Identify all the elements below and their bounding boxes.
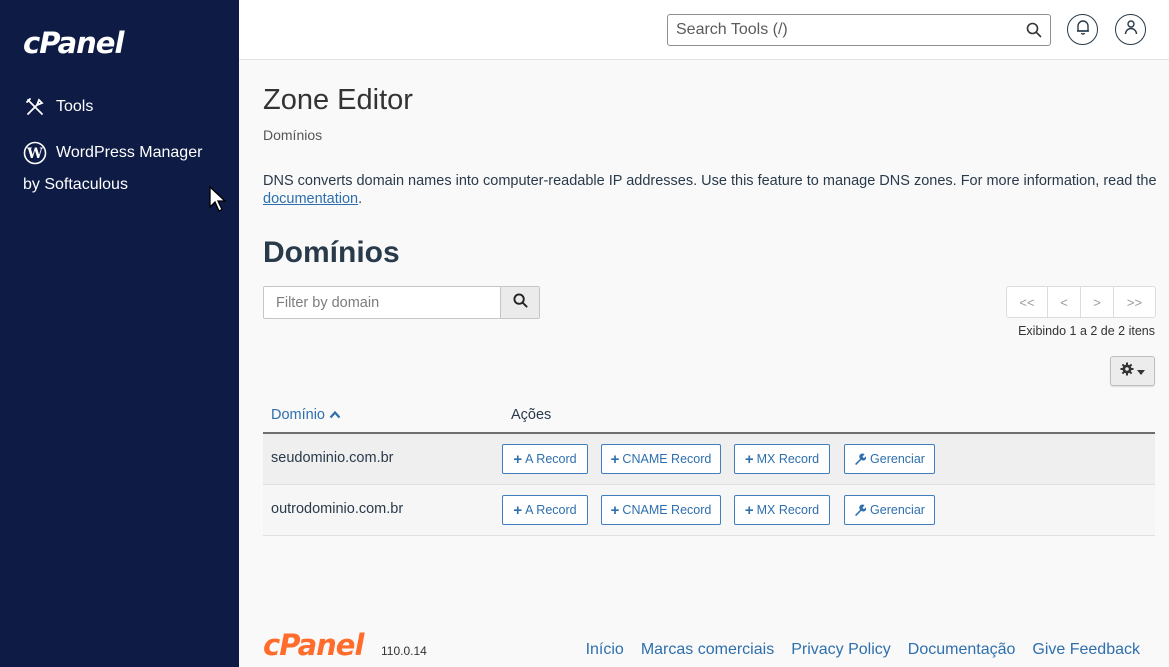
domain-cell: outrodominio.com.br [271, 501, 404, 517]
add-mx-record-button[interactable]: + MX Record [734, 495, 830, 525]
footer-link-documentation[interactable]: Documentação [908, 641, 1016, 659]
breadcrumb: Domínios [263, 127, 323, 143]
plus-icon: + [610, 501, 620, 519]
wordpress-icon: W [23, 141, 47, 165]
plus-icon: + [513, 450, 523, 468]
plus-icon: + [744, 450, 754, 468]
domain-filter [263, 286, 540, 319]
button-label: Gerenciar [870, 503, 925, 517]
pagination-next-button[interactable]: > [1081, 287, 1114, 317]
footer-link-feedback[interactable]: Give Feedback [1032, 641, 1140, 659]
domains-table: Domínio Ações seudominio.com.br + A Recor… [263, 397, 1155, 536]
table-header: Domínio Ações [263, 397, 1155, 434]
search-icon[interactable] [1026, 22, 1042, 43]
top-bar [239, 0, 1169, 60]
add-a-record-button[interactable]: + A Record [502, 495, 588, 525]
domain-cell: seudominio.com.br [271, 450, 394, 466]
wrench-icon [854, 453, 867, 465]
search-icon [512, 292, 528, 313]
button-label: A Record [525, 452, 577, 466]
table-row: seudominio.com.br + A Record + CNAME Recor… [263, 434, 1155, 485]
pagination-last-button[interactable]: >> [1114, 287, 1155, 317]
caret-down-icon [1137, 362, 1145, 380]
add-cname-record-button[interactable]: + CNAME Record [601, 495, 721, 525]
version-label: 110.0.14 [381, 644, 427, 658]
sort-ascending-icon [329, 407, 341, 423]
bell-icon [1076, 19, 1090, 40]
add-a-record-button[interactable]: + A Record [502, 444, 588, 474]
settings-dropdown-button[interactable] [1110, 356, 1155, 386]
button-label: CNAME Record [622, 503, 712, 517]
footer-link-home[interactable]: Início [586, 641, 624, 659]
page-description: DNS converts domain names into computer-… [263, 172, 1163, 208]
sidebar-item-tools[interactable]: Tools [23, 95, 93, 119]
description-end: . [358, 191, 363, 207]
sidebar-item-label: Tools [56, 98, 94, 115]
cpanel-logo[interactable]: cPanel [23, 26, 124, 60]
notifications-button[interactable] [1067, 14, 1098, 45]
manage-button[interactable]: Gerenciar [844, 495, 935, 525]
add-mx-record-button[interactable]: + MX Record [734, 444, 830, 474]
footer-links: Início Marcas comerciais Privacy Policy … [569, 641, 1140, 659]
wrench-icon [854, 504, 867, 516]
footer-link-trademarks[interactable]: Marcas comerciais [641, 641, 774, 659]
user-icon [1124, 19, 1138, 40]
description-text: DNS converts domain names into computer-… [263, 173, 1157, 189]
plus-icon: + [744, 501, 754, 519]
footer-link-privacy[interactable]: Privacy Policy [791, 641, 891, 659]
button-label: A Record [525, 503, 577, 517]
svg-text:W: W [26, 146, 43, 162]
plus-icon: + [513, 501, 523, 519]
button-label: CNAME Record [622, 452, 712, 466]
filter-search-button[interactable] [500, 287, 539, 318]
tools-icon [23, 95, 47, 119]
domain-column-label: Domínio [271, 407, 325, 423]
domain-column-header[interactable]: Domínio [271, 407, 341, 423]
table-row: outrodominio.com.br + A Record + CNAME Rec… [263, 485, 1155, 536]
pagination: << < > >> [1006, 286, 1156, 318]
gear-icon [1120, 362, 1134, 381]
user-menu-button[interactable] [1115, 14, 1146, 45]
footer-cpanel-logo[interactable]: cPanel [263, 628, 364, 662]
actions-column-header: Ações [511, 407, 552, 423]
sidebar: cPanel Tools W WordPress Manager by Soft… [0, 0, 239, 667]
pagination-summary: Exibindo 1 a 2 de 2 itens [1018, 324, 1155, 338]
button-label: MX Record [756, 503, 820, 517]
sidebar-item-label: WordPress Manager [56, 144, 203, 161]
documentation-link[interactable]: documentation [263, 191, 358, 207]
pagination-prev-button[interactable]: < [1048, 287, 1081, 317]
manage-button[interactable]: Gerenciar [844, 444, 935, 474]
sidebar-item-wordpress[interactable]: W WordPress Manager [23, 141, 202, 165]
mouse-cursor-icon [209, 185, 227, 212]
add-cname-record-button[interactable]: + CNAME Record [601, 444, 721, 474]
pagination-first-button[interactable]: << [1007, 287, 1048, 317]
search-tools [667, 14, 1051, 46]
plus-icon: + [610, 450, 620, 468]
button-label: Gerenciar [870, 452, 925, 466]
button-label: MX Record [756, 452, 820, 466]
page-title: Zone Editor [263, 84, 413, 116]
search-tools-input[interactable] [668, 15, 1008, 45]
filter-by-domain-input[interactable] [264, 287, 500, 318]
section-title: Domínios [263, 236, 400, 269]
sidebar-item-sublabel[interactable]: by Softaculous [23, 176, 128, 194]
